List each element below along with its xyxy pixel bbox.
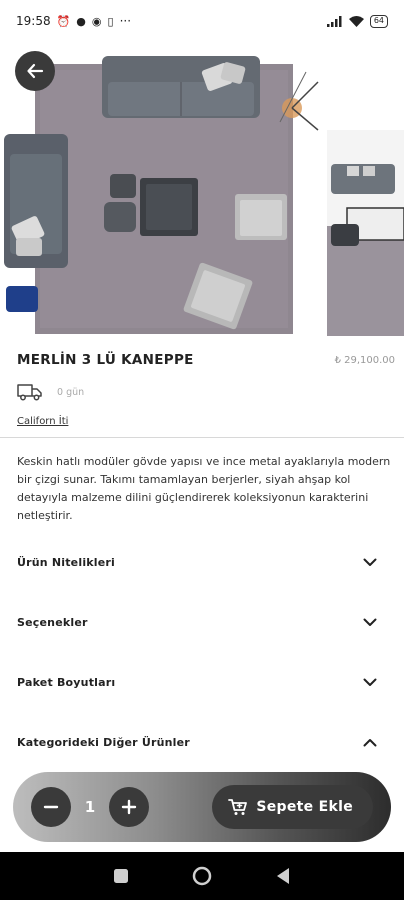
circle-icon	[192, 866, 212, 886]
wifi-icon	[348, 15, 364, 27]
more-notifications-icon: ···	[119, 14, 132, 28]
square-icon	[113, 869, 128, 883]
delivery-info: 0 gün	[17, 383, 84, 401]
accordion-paket-boyutlari[interactable]: Paket Boyutları	[17, 670, 377, 694]
alarm-icon: ⏰	[56, 14, 71, 28]
plus-icon	[121, 799, 137, 815]
accordion-label: Paket Boyutları	[17, 675, 116, 689]
cart-add-icon	[228, 799, 248, 815]
product-main-image	[0, 42, 320, 338]
product-gallery[interactable]	[0, 42, 404, 338]
delivery-time: 0 gün	[57, 386, 85, 398]
chat-icon: ◉	[91, 14, 102, 28]
product-title: MERLİN 3 LÜ KANEPPE	[17, 352, 194, 368]
status-time: 19:58	[16, 14, 51, 28]
triangle-back-icon	[277, 868, 290, 884]
accordion-label: Seçenekler	[17, 615, 88, 629]
home-button[interactable]	[190, 864, 214, 888]
add-to-cart-button[interactable]: Sepete Ekle	[212, 785, 373, 829]
chevron-down-icon	[363, 615, 377, 629]
minus-icon	[43, 805, 59, 809]
status-bar: 19:58 ⏰ ● ◉ ▯ ··· 64	[0, 0, 404, 42]
divider	[0, 437, 404, 438]
increase-quantity-button[interactable]	[109, 787, 149, 827]
battery-icon: 64	[369, 14, 388, 28]
accordion-urun-nitelikleri[interactable]: Ürün Nitelikleri	[17, 550, 377, 574]
system-nav-bar	[0, 852, 404, 900]
chevron-down-icon	[363, 555, 377, 569]
product-price: ₺ 29,100.00	[334, 355, 395, 366]
truck-icon	[17, 384, 42, 401]
quantity-value: 1	[84, 798, 96, 816]
chevron-down-icon	[363, 675, 377, 689]
recent-apps-button[interactable]	[109, 864, 133, 888]
sim-icon: ▯	[107, 14, 114, 28]
accordion-secenekler[interactable]: Seçenekler	[17, 610, 377, 634]
brand-link[interactable]: Californ İti	[17, 416, 68, 427]
arrow-left-icon	[27, 63, 44, 79]
product-description: Keskin hatlı modüler gövde yapısı ve inc…	[17, 455, 391, 522]
back-nav-button[interactable]	[271, 864, 295, 888]
back-button[interactable]	[15, 51, 55, 91]
chevron-up-icon	[363, 735, 377, 749]
accordion-kategorideki-diger-urunler[interactable]: Kategorideki Diğer Ürünler	[17, 730, 377, 754]
status-left: 19:58 ⏰ ● ◉ ▯ ···	[16, 14, 131, 28]
add-to-cart-label: Sepete Ekle	[256, 799, 353, 815]
product-next-image	[327, 130, 404, 336]
signal-icon	[326, 15, 342, 27]
whatsapp-icon: ●	[76, 14, 86, 28]
accordion-label: Kategorideki Diğer Ürünler	[17, 735, 190, 749]
add-to-cart-bar: 1 Sepete Ekle	[13, 772, 391, 842]
accordion-label: Ürün Nitelikleri	[17, 555, 116, 569]
status-right: 64	[326, 14, 388, 28]
decrease-quantity-button[interactable]	[31, 787, 71, 827]
